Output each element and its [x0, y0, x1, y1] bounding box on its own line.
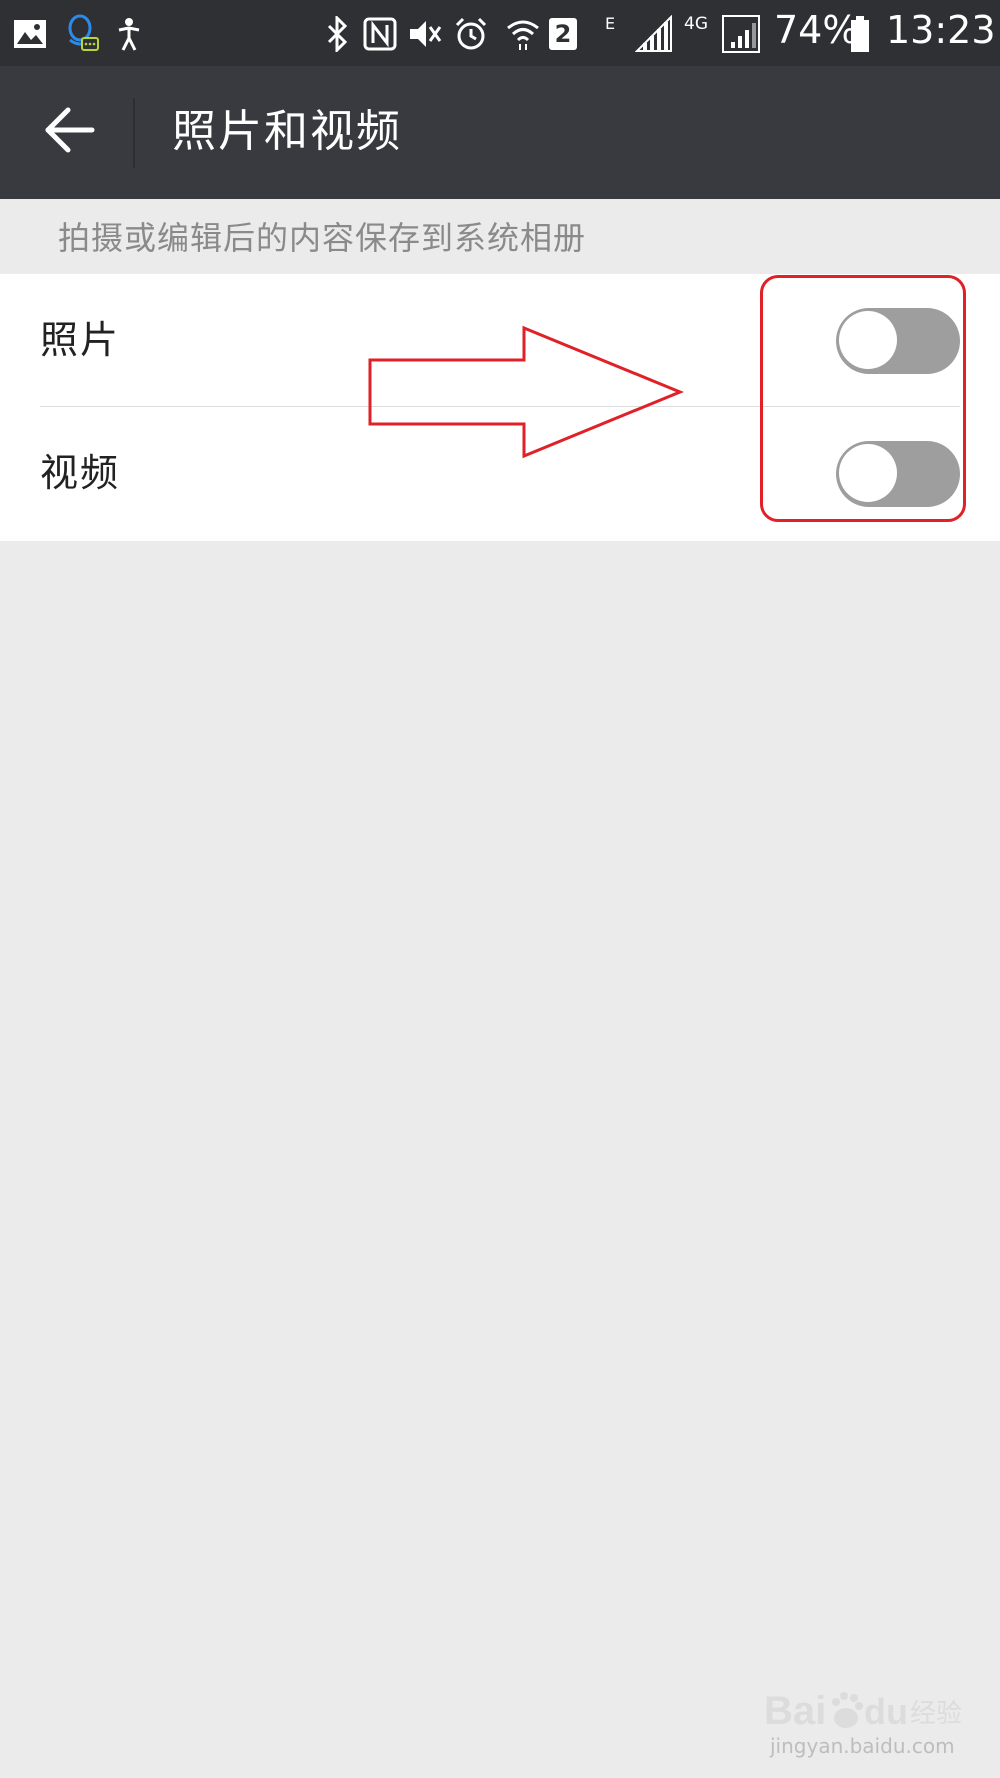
- video-toggle[interactable]: [836, 441, 960, 507]
- status-bar: 2 E 4G 74% 13:23: [0, 0, 1000, 66]
- wifi-icon: [504, 12, 542, 56]
- setting-row-video[interactable]: 视频: [0, 407, 1000, 540]
- back-button[interactable]: [28, 90, 112, 174]
- back-arrow-icon: [44, 106, 96, 158]
- toolbar: 照片和视频: [0, 66, 1000, 199]
- setting-label-video: 视频: [40, 451, 121, 495]
- sim-badge: 2: [546, 12, 580, 56]
- battery-percent: 74%: [774, 8, 859, 52]
- status-time: 13:23: [886, 8, 996, 52]
- signal-icon: [720, 12, 762, 56]
- toggle-knob: [839, 444, 897, 502]
- settings-group: 照片 视频: [0, 274, 1000, 541]
- svg-text:du: du: [864, 1691, 908, 1732]
- svg-text:经验: 经验: [910, 1699, 962, 1729]
- qq-icon: [62, 12, 102, 56]
- baidu-logo-icon: Bai du 经验: [764, 1689, 962, 1733]
- svg-text:Bai: Bai: [764, 1689, 826, 1733]
- network-4g-label: 4G: [684, 14, 708, 34]
- nfc-icon: [362, 12, 398, 56]
- alarm-icon: [452, 12, 490, 56]
- screen: 2 E 4G 74% 13:23 照片和视频 拍摄或编辑后的内容保存到系统相册 …: [0, 0, 1000, 1778]
- setting-label-photo: 照片: [40, 318, 121, 362]
- network-e-label: E: [605, 14, 616, 33]
- setting-row-photo[interactable]: 照片: [0, 274, 1000, 407]
- bluetooth-icon: [322, 12, 352, 56]
- battery-icon: [848, 12, 872, 56]
- toolbar-divider: [133, 98, 135, 168]
- gallery-icon: [12, 12, 48, 56]
- watermark-url: jingyan.baidu.com: [770, 1734, 955, 1758]
- accessibility-icon: [114, 12, 144, 56]
- photo-toggle[interactable]: [836, 308, 960, 374]
- page-title: 照片和视频: [172, 106, 402, 157]
- toggle-knob: [839, 311, 897, 369]
- section-hint: 拍摄或编辑后的内容保存到系统相册: [58, 219, 587, 257]
- vibrate-icon: [406, 12, 444, 56]
- signal-icon: [634, 12, 674, 56]
